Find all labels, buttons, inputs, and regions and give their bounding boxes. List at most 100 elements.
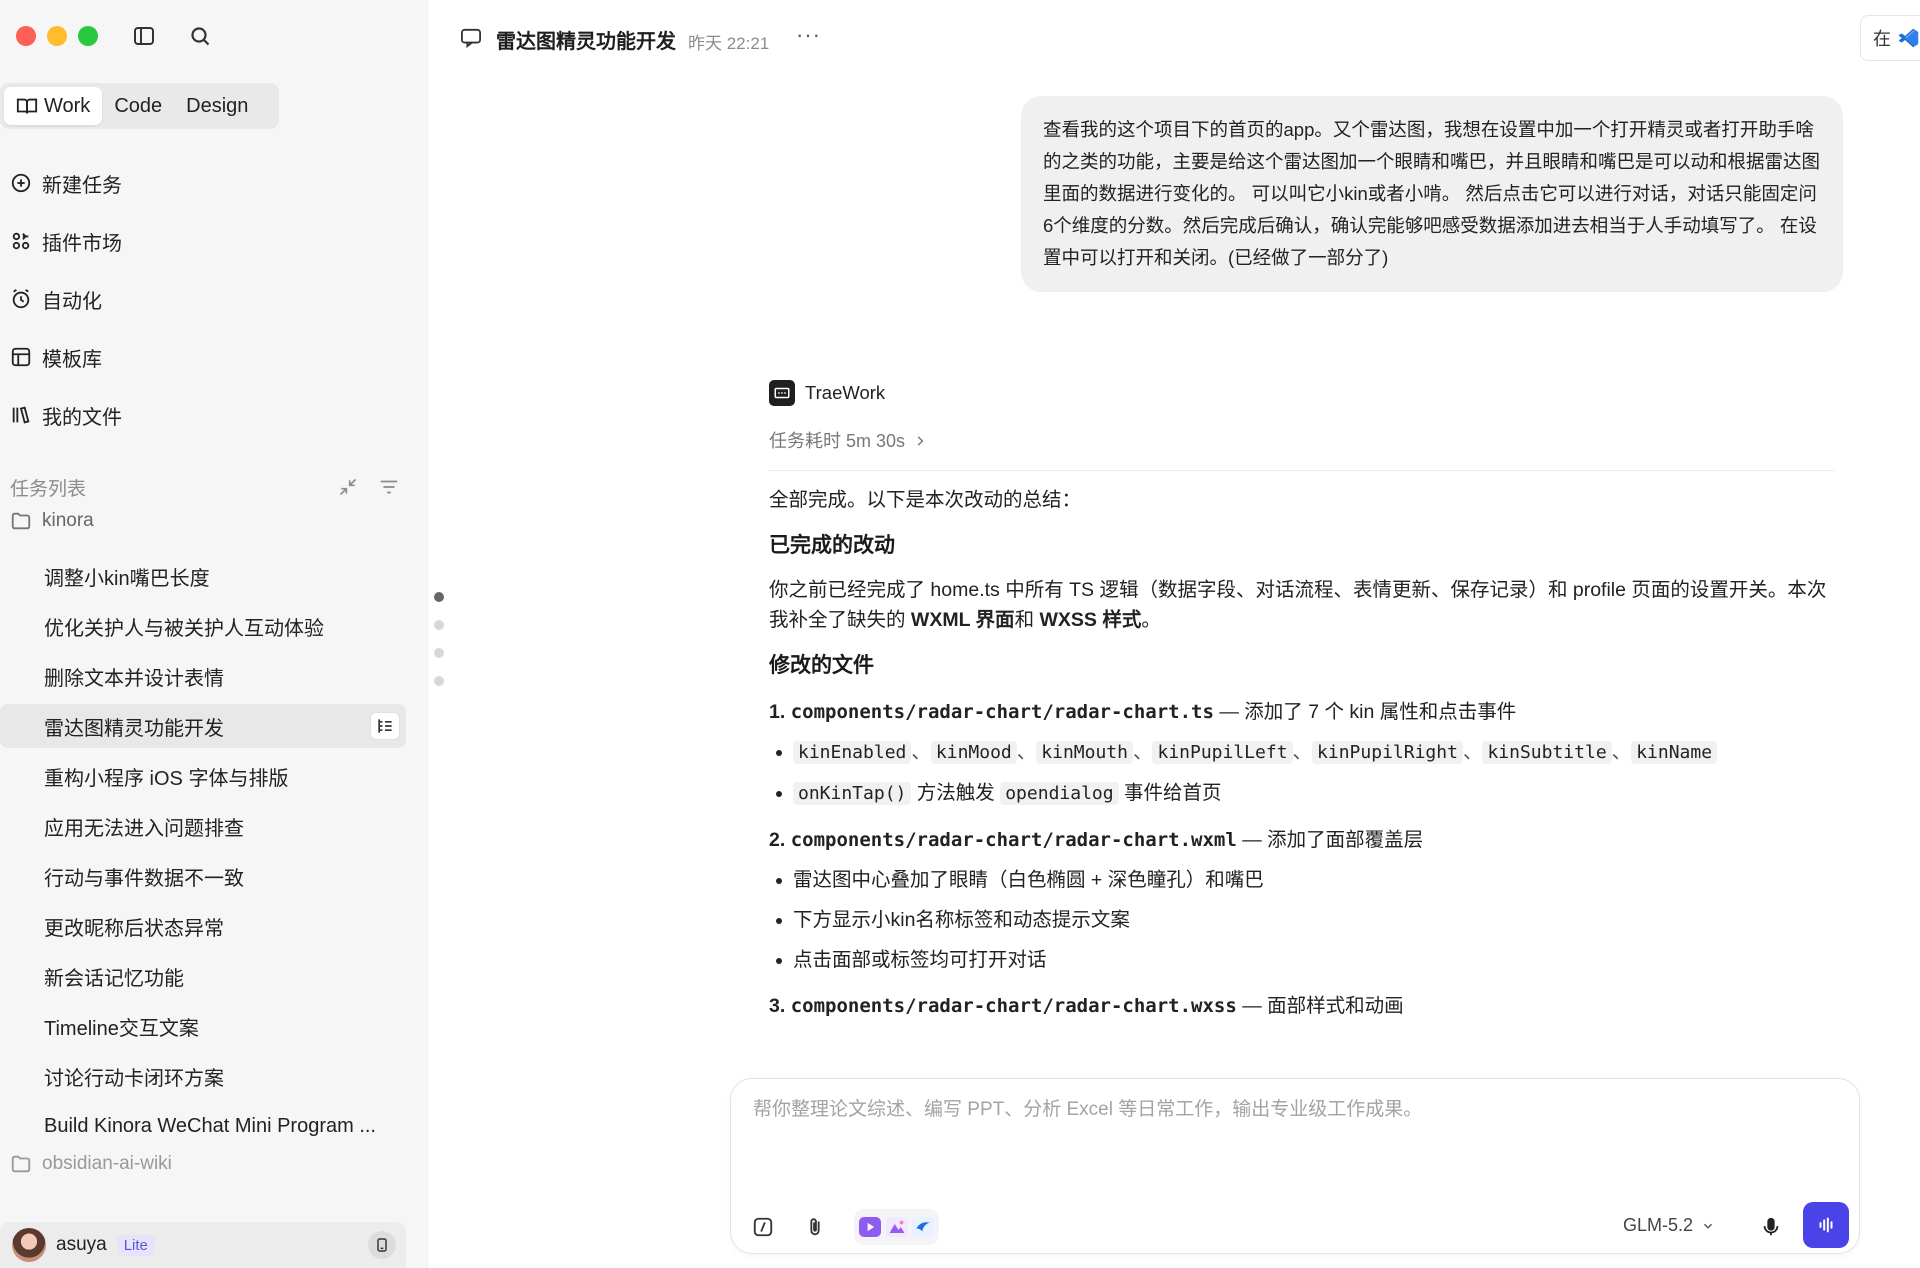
- flow-app-icon[interactable]: [912, 1217, 935, 1237]
- traework-logo-icon: [769, 380, 795, 406]
- file2-bullets: 雷达图中心叠加了眼睛（白色椭圆 + 深色瞳孔）和嘴巴 下方显示小kin名称标签和…: [769, 865, 1835, 975]
- file-desc: — 添加了 7 个 kin 属性和点击事件: [1213, 701, 1517, 723]
- task-label: 应用无法进入问题排查: [44, 817, 244, 840]
- task-item[interactable]: Timeline交互文案: [0, 1004, 406, 1048]
- minimize-window-button[interactable]: [47, 26, 67, 46]
- task-item[interactable]: 调整小kin嘴巴长度: [0, 554, 406, 598]
- file-item-1: 1. components/radar-chart/radar-chart.ts…: [769, 697, 1835, 727]
- avatar: [12, 1228, 46, 1262]
- plan-badge: Lite: [116, 1234, 155, 1256]
- done-bold-wxss: WXSS 样式: [1039, 609, 1142, 631]
- list-item: onKinTap() 方法触发 opendialog 事件给首页: [769, 778, 1835, 809]
- nav-dot[interactable]: [434, 620, 444, 630]
- task-outline-button[interactable]: [370, 712, 400, 740]
- file-item-2: 2. components/radar-chart/radar-chart.wx…: [769, 825, 1835, 855]
- open-in-label: 在: [1873, 29, 1891, 49]
- device-button[interactable]: [368, 1231, 396, 1259]
- nav-plugin-market[interactable]: 插件市场: [10, 221, 122, 261]
- event-code: opendialog: [1000, 782, 1119, 805]
- chat-header: 雷达图精灵功能开发 昨天 22:21 ··· 在: [428, 0, 1920, 76]
- open-in-editor-button[interactable]: 在: [1860, 15, 1920, 61]
- prop-code: kinName: [1631, 741, 1718, 764]
- close-window-button[interactable]: [16, 26, 36, 46]
- template-icon: [11, 347, 31, 367]
- task-item-active[interactable]: 雷达图精灵功能开发: [0, 704, 406, 748]
- task-item[interactable]: 行动与事件数据不一致: [0, 854, 406, 898]
- task-duration-toggle[interactable]: 任务耗时 5m 30s: [769, 426, 1835, 471]
- sidebar-toggle-icon[interactable]: [132, 24, 156, 48]
- list-item: 下方显示小kin名称标签和动态提示文案: [769, 905, 1835, 935]
- task-item[interactable]: 更改昵称后状态异常: [0, 904, 406, 948]
- folder-obsidian-label: obsidian-ai-wiki: [42, 1153, 172, 1174]
- voice-input-button[interactable]: [1757, 1213, 1785, 1241]
- task-item[interactable]: 应用无法进入问题排查: [0, 804, 406, 848]
- attach-button[interactable]: [801, 1213, 829, 1241]
- library-icon: [12, 406, 30, 424]
- collapse-icon[interactable]: [338, 477, 358, 497]
- task-item[interactable]: 讨论行动卡闭环方案: [0, 1054, 406, 1098]
- nav-dot[interactable]: [434, 676, 444, 686]
- app-shortcuts: [854, 1209, 939, 1245]
- filter-icon[interactable]: [378, 476, 400, 498]
- list-item: 雷达图中心叠加了眼睛（白色椭圆 + 深色瞳孔）和嘴巴: [769, 865, 1835, 895]
- task-label: Build Kinora WeChat Mini Program ...: [44, 1114, 376, 1137]
- image-app-icon[interactable]: [885, 1217, 908, 1237]
- mode-work-tab[interactable]: Work: [4, 87, 103, 125]
- nav-dot[interactable]: [434, 648, 444, 658]
- nav-template-library[interactable]: 模板库: [10, 337, 102, 377]
- prop-code: kinMouth: [1036, 741, 1133, 764]
- slash-command-icon: [753, 1217, 773, 1237]
- heading-done: 已完成的改动: [769, 534, 895, 557]
- bullet-text: 方法触发: [911, 782, 1001, 804]
- user-message-bubble: 查看我的这个项目下的首页的app。又个雷达图，我想在设置中加一个打开精灵或者打开…: [1021, 96, 1843, 292]
- separator: 、: [911, 741, 931, 763]
- nav-new-task[interactable]: 新建任务: [10, 163, 122, 203]
- file-desc: — 添加了面部覆盖层: [1236, 829, 1424, 851]
- task-item[interactable]: 删除文本并设计表情: [0, 654, 406, 698]
- nav-automation[interactable]: 自动化: [10, 279, 102, 319]
- task-label: 行动与事件数据不一致: [44, 867, 244, 890]
- file-index: 3.: [769, 995, 786, 1017]
- command-button[interactable]: [749, 1213, 777, 1241]
- folder-icon: [11, 512, 31, 530]
- vscode-icon: [1899, 28, 1919, 48]
- nav-plugin-market-label: 插件市场: [42, 232, 122, 255]
- more-options-button[interactable]: ···: [796, 22, 821, 48]
- task-item[interactable]: 新会话记忆功能: [0, 954, 406, 998]
- nav-dot[interactable]: [434, 592, 444, 602]
- nav-my-files-label: 我的文件: [42, 406, 122, 429]
- task-label: 更改昵称后状态异常: [44, 917, 224, 940]
- search-icon[interactable]: [188, 24, 212, 48]
- mode-design-tab[interactable]: Design: [174, 87, 260, 125]
- conversation-navigator: [434, 592, 444, 686]
- task-item[interactable]: 优化关护人与被关护人互动体验: [0, 604, 406, 648]
- mode-switch: Work Code Design: [0, 83, 279, 129]
- task-item[interactable]: 重构小程序 iOS 字体与排版: [0, 754, 406, 798]
- microphone-icon: [1763, 1217, 1779, 1236]
- user-profile-bar[interactable]: asuya Lite: [0, 1222, 406, 1268]
- folder-obsidian-ai-wiki[interactable]: obsidian-ai-wiki: [10, 1148, 172, 1180]
- task-list-header: 任务列表: [10, 472, 400, 502]
- task-label: 新会话记忆功能: [44, 967, 184, 990]
- maximize-window-button[interactable]: [78, 26, 98, 46]
- alarm-clock-icon: [12, 289, 30, 309]
- chat-title[interactable]: 雷达图精灵功能开发: [496, 25, 676, 54]
- model-selector[interactable]: GLM-5.2: [1623, 1215, 1715, 1236]
- send-button[interactable]: [1803, 1202, 1849, 1248]
- folder-kinora[interactable]: kinora: [10, 505, 94, 537]
- phone-icon: [377, 1238, 387, 1252]
- mode-code-tab[interactable]: Code: [102, 87, 174, 125]
- nav-my-files[interactable]: 我的文件: [10, 395, 122, 435]
- prompt-input[interactable]: [753, 1099, 1833, 1121]
- reply-intro: 全部完成。以下是本次改动的总结：: [769, 489, 1082, 511]
- folder-icon: [11, 1155, 31, 1173]
- video-app-icon[interactable]: [858, 1217, 881, 1237]
- composer: GLM-5.2: [730, 1078, 1860, 1254]
- prop-code: kinEnabled: [793, 741, 912, 764]
- chevron-down-icon: [1704, 1223, 1713, 1229]
- plus-circle-icon: [11, 173, 31, 193]
- file-index: 2.: [769, 829, 786, 851]
- separator: 、: [1611, 741, 1632, 763]
- task-item[interactable]: Build Kinora WeChat Mini Program ...: [0, 1104, 406, 1148]
- window-controls: [16, 26, 98, 46]
